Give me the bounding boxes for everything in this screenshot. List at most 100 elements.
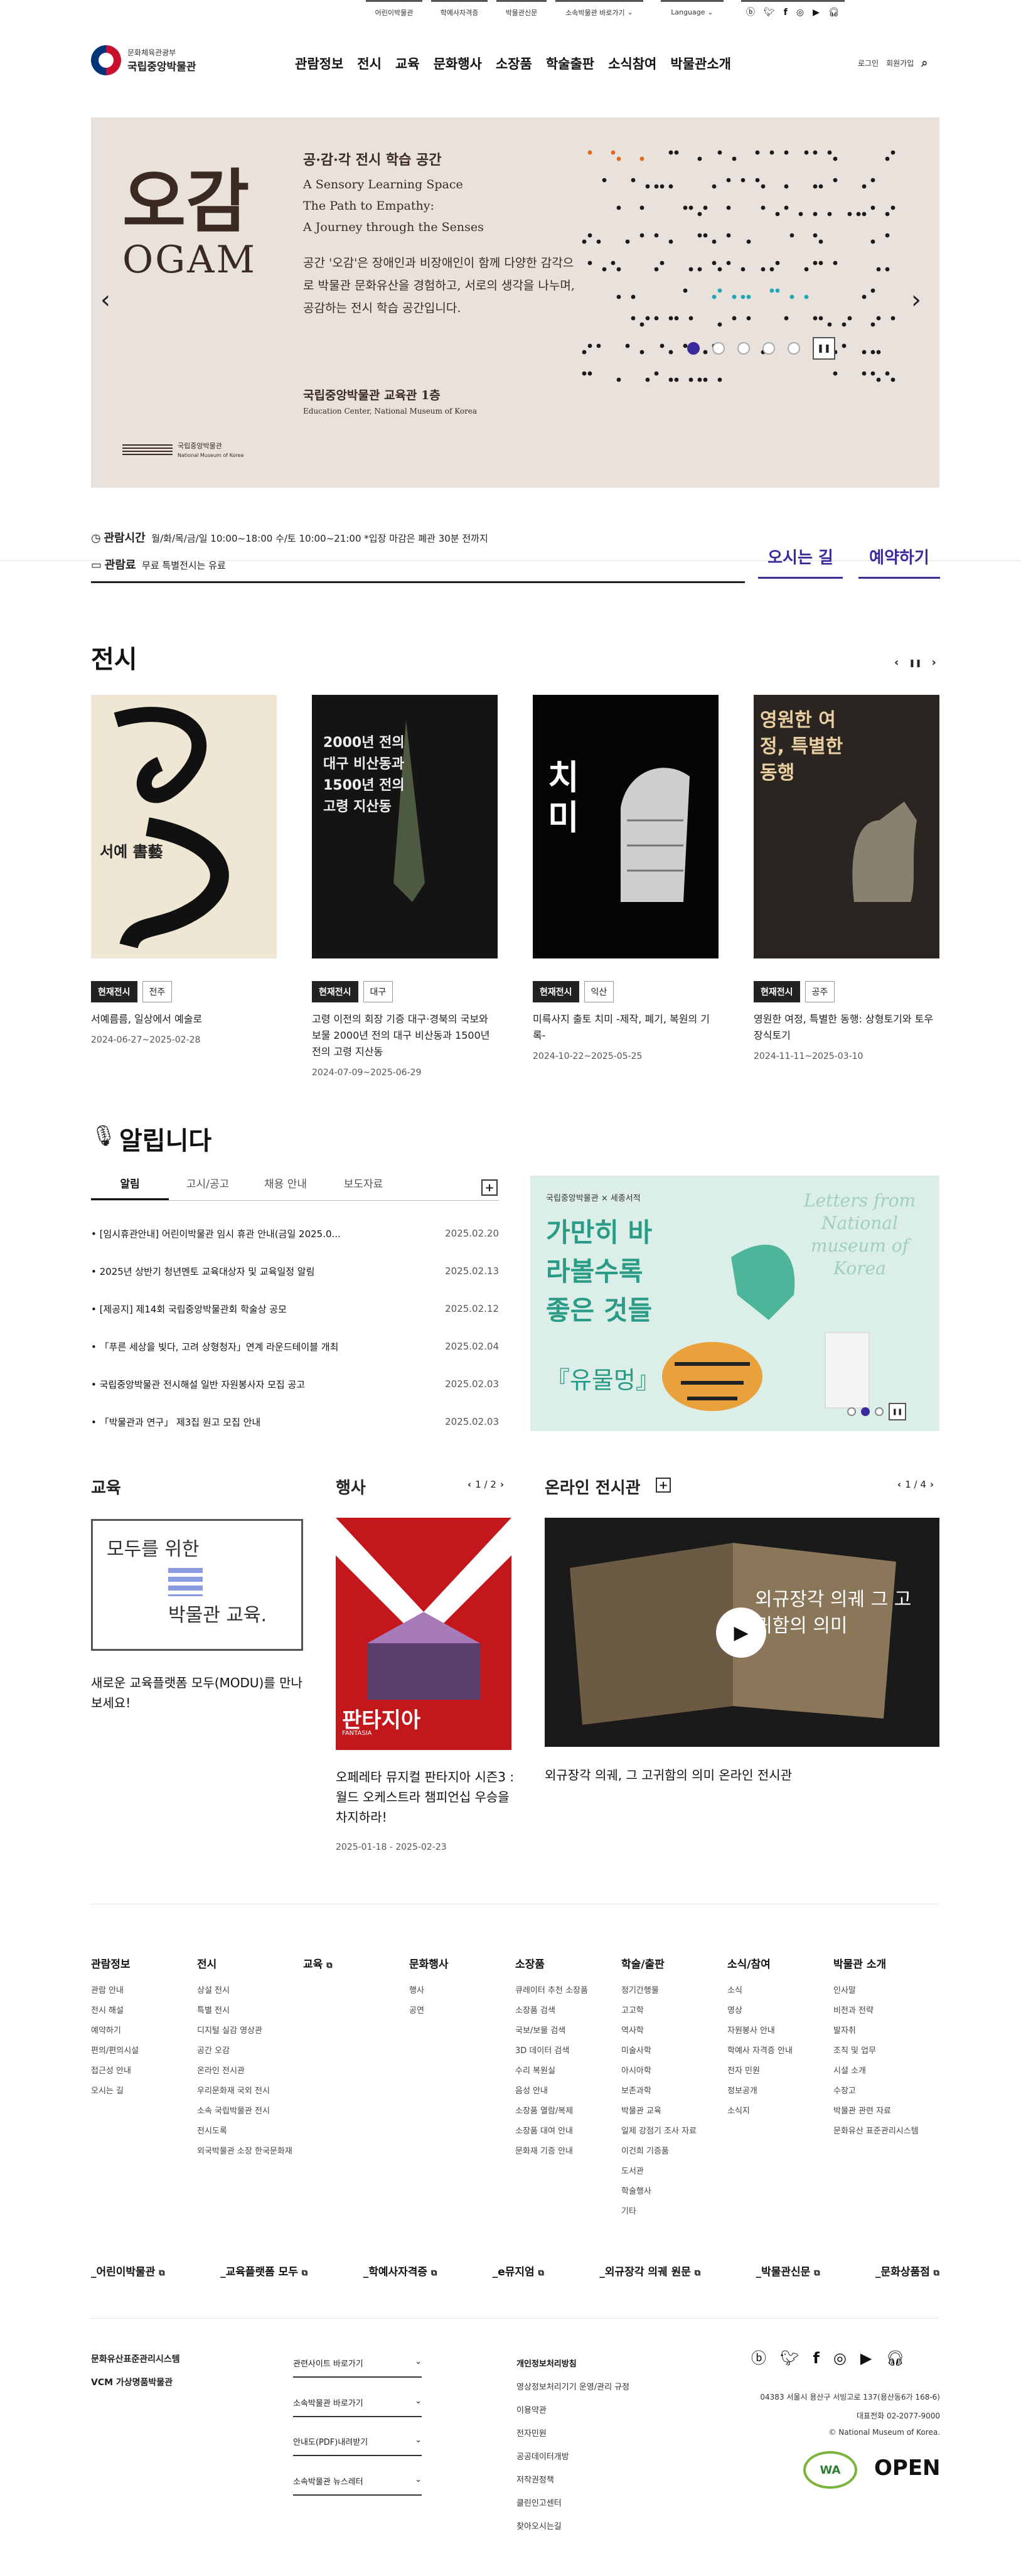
exhibition-card[interactable]: 서예 書藝 현재전시 전주 서예름름, 일상에서 예술로 2024-06-27~2… [91,695,277,1045]
sitemap-link[interactable]: 비전과 전략 [833,2001,934,2021]
sitemap-link[interactable]: 시설 소개 [833,2061,934,2081]
sitemap-link[interactable]: 우리문화재 국외 전시 [197,2081,297,2101]
nav-item-exhibition[interactable]: 전시 [357,54,382,73]
prev-icon[interactable]: ‹ [894,656,899,669]
sitemap-link[interactable]: 이건희 기증품 [621,2142,722,2162]
sitemap-link[interactable]: 소식 [727,1981,828,2001]
play-icon[interactable]: ▶ [716,1607,766,1658]
nav-item-about[interactable]: 박물관소개 [670,54,731,73]
sitemap-link[interactable]: 외국박물관 소장 한국문화재 [197,2142,297,2162]
login-link[interactable]: 로그인 [858,58,879,68]
related-sites-select[interactable]: 관련사이트 바로가기 ⌄ [293,2357,422,2378]
sitemap-link[interactable]: 소장품 대여 안내 [515,2122,616,2142]
policy-link[interactable]: 영상정보처리기기 운영/관리 규정 [516,2376,629,2399]
online-exhibition-video[interactable]: 외규장각 의궤 그 고귀함의 의미 ▶ [545,1518,939,1747]
sitemap-link[interactable]: 일제 강점기 조사 자료 [621,2122,722,2142]
book-promo-banner[interactable]: 국립중앙박물관 × 세종서적 가만히 바라볼수록 좋은 것들 『유물멍』 Let… [530,1176,939,1431]
sitemap-link[interactable]: 큐레이터 추천 소장품 [515,1981,616,2001]
online-more-button[interactable]: + [656,1478,671,1493]
directions-button[interactable]: 오시는 길 [758,545,843,579]
sitemap-heading[interactable]: 전시 [197,1955,297,1971]
twitter-icon[interactable]: 🐦︎ [780,2351,799,2366]
sitemap-link[interactable]: 보존과학 [621,2081,722,2101]
sitemap-heading[interactable]: 교육 ⧉ [303,1955,404,1971]
sitemap-link[interactable]: 자원봉사 안내 [727,2021,828,2041]
util-link-affiliates[interactable]: 소속박물관 바로가기 ⌄ [555,0,643,23]
policy-link[interactable]: 전자민원 [516,2422,629,2445]
sitemap-link[interactable]: 정기간행물 [621,1981,722,2001]
sitemap-heading[interactable]: 문화행사 [409,1955,510,1971]
list-item[interactable]: • 국립중앙박물관 전시해설 일반 자원봉사자 모집 공고 2025.02.03 [91,1365,499,1403]
sitemap-link[interactable]: 도서관 [621,2162,722,2182]
sitemap-heading[interactable]: 관람정보 [91,1955,191,1971]
tab-announcement[interactable]: 고시/공고 [169,1175,247,1200]
youtube-icon[interactable]: ▶ [813,8,820,17]
sitemap-heading[interactable]: 소식/참여 [727,1955,828,1971]
hero-pause-button[interactable]: ❚❚ [813,337,835,360]
quick-link[interactable]: _학예사자격증 ⧉ [363,2263,437,2278]
sitemap-heading[interactable]: 소장품 [515,1955,616,1971]
sitemap-link[interactable]: 오시는 길 [91,2081,191,2101]
sitemap-link[interactable]: 인사말 [833,1981,934,2001]
hero-next-arrow[interactable]: › [911,286,921,314]
util-link-news[interactable]: 박물관신문 [496,0,547,23]
prev-icon[interactable]: ‹ [468,1479,471,1490]
notice-more-button[interactable]: + [481,1179,498,1196]
facebook-icon[interactable]: f [813,2351,819,2366]
sitemap-link[interactable]: 상설 전시 [197,1981,297,2001]
sitemap-link[interactable]: 온라인 전시관 [197,2061,297,2081]
blog-icon[interactable]: ⓑ [746,8,755,17]
hero-dot-1[interactable] [687,342,700,355]
event-desc[interactable]: 오페레타 뮤지컬 판타지아 시즌3 : 월드 오케스트라 챔피언십 우승을 차지… [336,1767,515,1827]
sitemap-link[interactable]: 편의/편의시설 [91,2041,191,2061]
education-banner[interactable]: 모두를 위한 박물관 교육. [91,1519,303,1651]
policy-link[interactable]: 저작권정책 [516,2469,629,2492]
quick-link[interactable]: _박물관신문 ⧉ [756,2263,820,2278]
banner-dot-1[interactable] [847,1407,856,1416]
hero-prev-arrow[interactable]: ‹ [100,286,110,314]
sitemap-link[interactable]: 전자 민원 [727,2061,828,2081]
sitemap-link[interactable]: 박물관 관련 자료 [833,2101,934,2122]
open-license-badge[interactable]: OPEN [874,2455,941,2481]
nav-item-visit[interactable]: 관람정보 [295,54,343,73]
sitemap-link[interactable]: 소장품 검색 [515,2001,616,2021]
sitemap-link[interactable]: 정보공개 [727,2081,828,2101]
sitemap-heading[interactable]: 학술/출판 [621,1955,722,1971]
policy-link-privacy[interactable]: 개인정보처리방침 [516,2353,629,2376]
util-link-curator[interactable]: 학예사자격증 [431,0,488,23]
nav-item-education[interactable]: 교육 [395,54,420,73]
policy-link[interactable]: 클린인고센터 [516,2492,629,2515]
hero-dot-5[interactable] [788,342,800,355]
list-item[interactable]: • 「박물관과 연구」 제3집 원고 모집 안내 2025.02.03 [91,1403,499,1441]
sitemap-link[interactable]: 미술사학 [621,2041,722,2061]
event-poster[interactable]: 판타지아 FANTASIA [336,1518,511,1750]
sitemap-link[interactable]: 공간 오감 [197,2041,297,2061]
sitemap-link[interactable]: 수리 복원실 [515,2061,616,2081]
sitemap-link[interactable]: 역사학 [621,2021,722,2041]
newsletter-select[interactable]: 소속박물관 뉴스레터 ⌄ [293,2475,422,2496]
instagram-icon[interactable]: ◎ [833,2351,847,2366]
podcast-icon[interactable]: 🎧︎ [885,2351,904,2366]
sitemap-link[interactable]: 음성 안내 [515,2081,616,2101]
sitemap-link[interactable]: 박물관 교육 [621,2101,722,2122]
podcast-icon[interactable]: 🎧︎ [828,8,840,17]
nav-item-events[interactable]: 문화행사 [434,54,482,73]
hero-dot-4[interactable] [762,342,775,355]
list-item[interactable]: • 「푸른 세상을 빚다, 고려 상형청자」연계 라운드테이블 개최 2025.0… [91,1328,499,1365]
facebook-icon[interactable]: f [784,8,788,17]
sitemap-link[interactable]: 디지털 실감 영상관 [197,2021,297,2041]
youtube-icon[interactable]: ▶ [860,2351,872,2366]
site-logo[interactable]: 문화체육관광부 국립중앙박물관 [91,45,196,75]
pause-icon[interactable]: ❚❚ [909,658,921,667]
sitemap-link[interactable]: 국보/보물 검색 [515,2021,616,2041]
quick-link[interactable]: _외규장각 의궤 원문 ⧉ [599,2263,700,2278]
nav-item-news[interactable]: 소식참여 [608,54,656,73]
web-accessibility-badge[interactable]: WA [803,2451,857,2489]
banner-dot-3[interactable] [875,1407,884,1416]
next-icon[interactable]: › [930,1479,934,1490]
sitemap-link[interactable]: 조직 및 업무 [833,2041,934,2061]
banner-pause-button[interactable]: ❚❚ [889,1403,906,1420]
blog-icon[interactable]: ⓑ [751,2351,766,2366]
policy-link[interactable]: 이용약관 [516,2399,629,2422]
next-icon[interactable]: › [500,1479,504,1490]
